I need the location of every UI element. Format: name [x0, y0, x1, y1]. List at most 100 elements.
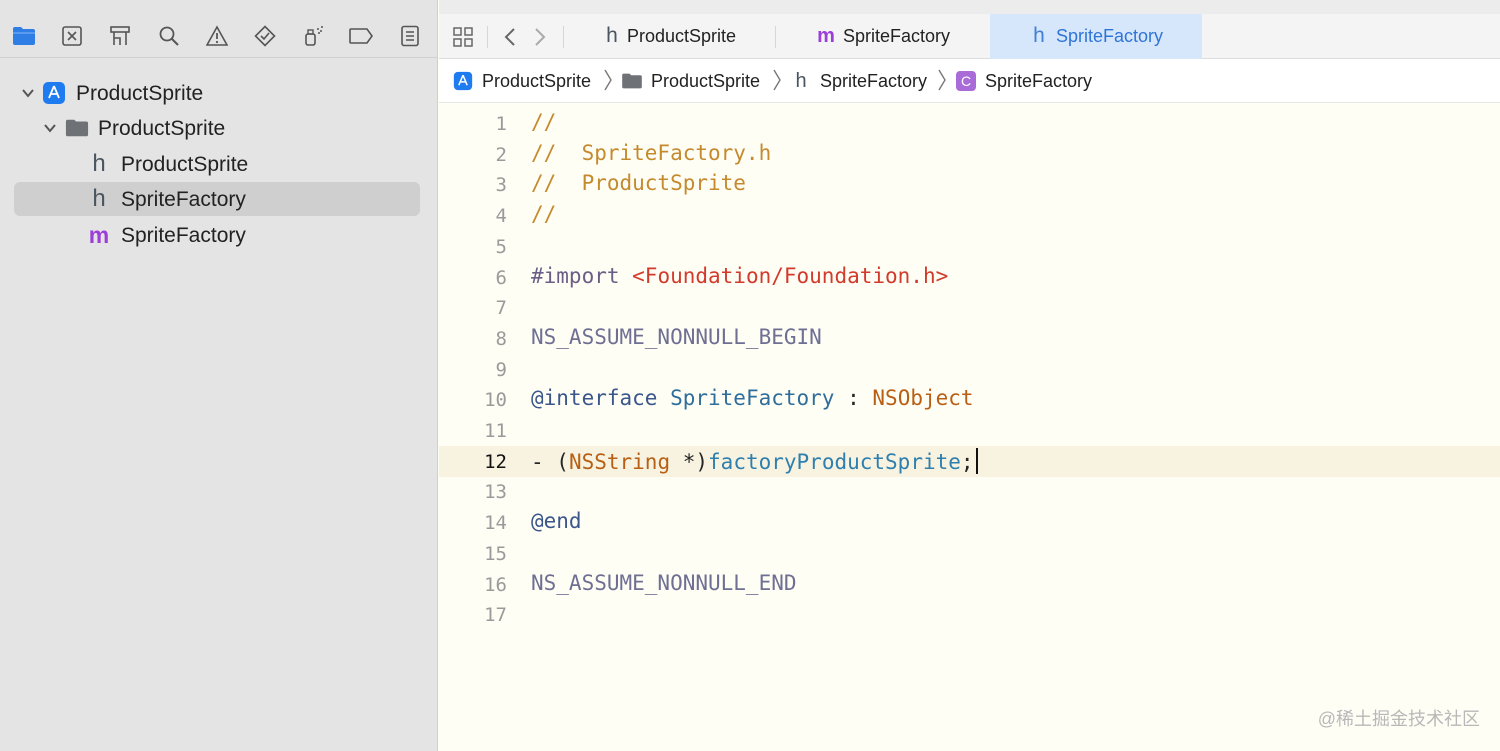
tree-item-label: SpriteFactory	[121, 224, 246, 247]
symbol-navigator-icon[interactable]	[106, 22, 134, 50]
line-number: 8	[495, 327, 507, 350]
code-token: - (	[531, 449, 569, 474]
code-line[interactable]: - (NSString *)factoryProductSprite;	[531, 447, 978, 474]
test-diamond-icon[interactable]	[251, 22, 279, 50]
window-top-strip	[439, 0, 1500, 14]
code-token: @interface	[531, 386, 658, 411]
code-line[interactable]: //	[531, 110, 556, 134]
source-editor: h ProductSprite m SpriteFactory h Sprite…	[439, 0, 1500, 751]
implementation-file-icon: m	[817, 25, 835, 47]
folder-icon	[65, 116, 89, 140]
implementation-file-icon: m	[88, 222, 110, 248]
breadcrumb-separator-icon	[604, 69, 612, 91]
breakpoint-icon[interactable]	[347, 22, 375, 50]
code-line[interactable]: // ProductSprite	[531, 171, 746, 195]
code-token: :	[834, 386, 873, 411]
tree-item-label: ProductSprite	[76, 82, 204, 105]
line-number: 7	[495, 297, 507, 320]
tab-spritefactory-m[interactable]: m SpriteFactory	[815, 14, 989, 59]
chevron-down-icon[interactable]	[20, 85, 36, 101]
breadcrumb-file[interactable]: h SpriteFactory	[790, 69, 927, 93]
tree-item-file-selected[interactable]: h SpriteFactory	[14, 182, 420, 216]
code-token: NS_ASSUME_NONNULL_END	[531, 570, 797, 595]
code-line[interactable]: // SpriteFactory.h	[531, 141, 771, 165]
breadcrumb-folder[interactable]: ProductSprite	[621, 69, 760, 93]
header-file-icon: h	[1033, 24, 1045, 47]
code-token: // SpriteFactory.h	[531, 140, 772, 165]
navigator-toolbar	[0, 14, 438, 58]
tree-item-label: ProductSprite	[121, 153, 249, 176]
toolbar-divider	[563, 26, 564, 48]
code-line[interactable]: NS_ASSUME_NONNULL_END	[531, 571, 797, 595]
tab-label: SpriteFactory	[843, 26, 951, 46]
code-token: NS_ASSUME_NONNULL_BEGIN	[531, 324, 822, 349]
code-token: SpriteFactory	[670, 386, 835, 411]
breadcrumb-label: ProductSprite	[651, 70, 761, 91]
code-token: *)	[670, 449, 709, 474]
text-caret	[975, 447, 978, 474]
code-token: <Foundation/Foundation.h>	[632, 263, 949, 288]
watermark: @稀土掘金技术社区	[1317, 709, 1480, 729]
breadcrumb-separator-icon	[773, 69, 781, 91]
project-icon	[452, 70, 474, 92]
editor-tab-bar: h ProductSprite m SpriteFactory h Sprite…	[439, 14, 1500, 59]
breadcrumb-label: SpriteFactory	[985, 70, 1093, 91]
grid-icon[interactable]	[449, 23, 477, 51]
source-control-icon[interactable]	[58, 22, 86, 50]
line-number: 1	[495, 113, 507, 135]
code-line[interactable]: @end	[531, 509, 582, 533]
debug-spray-icon[interactable]	[299, 22, 327, 50]
breadcrumb-project[interactable]: ProductSprite	[452, 69, 591, 93]
tab-spritefactory-h-active[interactable]: h SpriteFactory	[990, 14, 1202, 59]
tab-productsprite-h[interactable]: h ProductSprite	[601, 14, 775, 59]
app-project-icon	[42, 81, 66, 105]
tree-item-label: ProductSprite	[98, 117, 226, 140]
code-token: NSString	[568, 449, 671, 474]
code-line[interactable]: NS_ASSUME_NONNULL_BEGIN	[531, 325, 822, 349]
line-number: 6	[495, 266, 507, 289]
code-line[interactable]: @interface SpriteFactory : NSObject	[531, 386, 974, 410]
header-file-icon: h	[795, 70, 807, 92]
toolbar-divider	[487, 26, 488, 48]
jump-bar: ProductSprite ProductSprite h SpriteFact…	[439, 59, 1500, 103]
header-file-icon: h	[606, 24, 618, 47]
tree-item-label: SpriteFactory	[121, 188, 246, 211]
line-number: 2	[495, 143, 507, 166]
code-area[interactable]: 1 // 2 // SpriteFactory.h 3 // ProductSprite 4…	[439, 104, 1500, 751]
code-token: ;	[960, 449, 974, 474]
line-number: 9	[495, 358, 507, 381]
code-token: #import	[531, 263, 633, 288]
code-line[interactable]: #import <Foundation/Foundation.h>	[531, 264, 948, 288]
issue-warning-icon[interactable]	[203, 22, 231, 50]
code-token: @end	[531, 509, 582, 534]
line-number: 13	[484, 481, 507, 504]
chevron-down-icon[interactable]	[42, 120, 58, 136]
breadcrumb-label: SpriteFactory	[820, 70, 928, 91]
tab-label: ProductSprite	[627, 26, 737, 46]
header-file-icon: h	[92, 150, 106, 177]
line-number: 14	[484, 512, 507, 535]
folder-icon[interactable]	[10, 22, 38, 50]
tab-label: SpriteFactory	[1056, 26, 1164, 46]
line-number: 15	[484, 542, 507, 565]
tree-item-folder[interactable]: ProductSprite	[14, 111, 420, 145]
breadcrumb-class[interactable]: C SpriteFactory	[955, 69, 1092, 93]
tree-item-file[interactable]: h ProductSprite	[14, 147, 420, 181]
back-chevron-icon[interactable]	[496, 23, 524, 51]
code-line[interactable]: //	[531, 202, 556, 226]
report-icon[interactable]	[396, 22, 424, 50]
line-number: 4	[495, 205, 507, 228]
folder-icon	[621, 70, 643, 92]
search-icon[interactable]	[155, 22, 183, 50]
breadcrumb-label: ProductSprite	[482, 70, 592, 91]
tab-divider	[775, 26, 776, 48]
code-token: //	[531, 110, 557, 134]
forward-chevron-icon[interactable]	[526, 23, 554, 51]
line-number: 5	[495, 235, 507, 258]
tree-item-file[interactable]: m SpriteFactory	[14, 218, 420, 252]
breadcrumb-separator-icon	[938, 69, 946, 91]
tree-item-project[interactable]: ProductSprite	[14, 76, 420, 110]
project-navigator: ProductSprite ProductSprite h ProductSpr…	[0, 0, 438, 751]
line-number: 16	[484, 573, 507, 596]
class-icon: C	[955, 70, 977, 92]
